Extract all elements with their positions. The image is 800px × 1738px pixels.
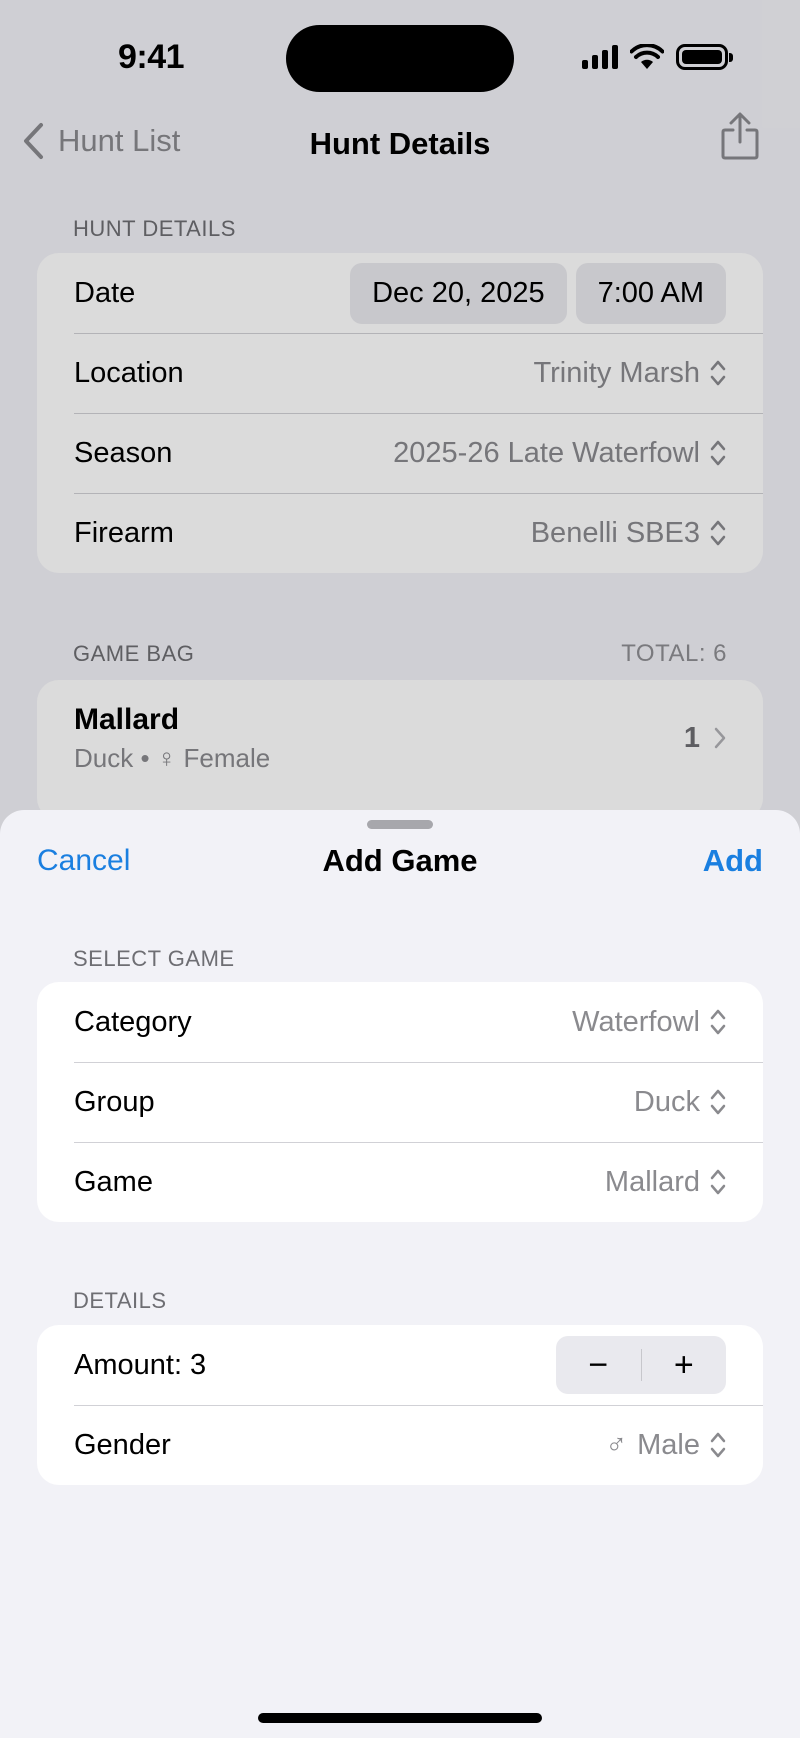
category-picker[interactable]: Waterfowl (572, 1006, 726, 1039)
male-icon: ♂ (605, 1428, 628, 1461)
sheet-title: Add Game (322, 843, 478, 878)
amount-stepper[interactable]: − + (556, 1336, 726, 1394)
increment-button[interactable]: + (642, 1336, 727, 1394)
game-value: Mallard (604, 1165, 700, 1198)
group-label: Group (74, 1085, 155, 1118)
game-label: Game (74, 1165, 153, 1198)
category-label: Category (74, 1005, 192, 1038)
chevron-up-down-icon (710, 1089, 726, 1115)
chevron-up-down-icon (710, 1169, 726, 1195)
add-button[interactable]: Add (703, 843, 763, 879)
amount-label: Amount: 3 (74, 1348, 207, 1381)
details-section-header: DETAILS (73, 1288, 167, 1313)
group-picker[interactable]: Duck (634, 1086, 726, 1119)
decrement-button[interactable]: − (556, 1336, 641, 1394)
select-game-section-header: SELECT GAME (73, 946, 235, 971)
chevron-up-down-icon (710, 1432, 726, 1458)
category-row[interactable]: Category Waterfowl (37, 982, 763, 1062)
chevron-up-down-icon (710, 1009, 726, 1035)
group-row[interactable]: Group Duck (37, 1062, 763, 1142)
sheet-grabber[interactable] (367, 820, 433, 829)
game-row[interactable]: Game Mallard (37, 1142, 763, 1222)
add-game-sheet: Cancel Add Game Add SELECT GAME Category… (0, 810, 800, 1738)
gender-row[interactable]: Gender ♂ Male (37, 1405, 763, 1485)
game-picker[interactable]: Mallard (605, 1166, 726, 1199)
gender-value: Male (637, 1428, 700, 1461)
category-value: Waterfowl (572, 1005, 700, 1038)
amount-row: Amount: 3 − + (37, 1325, 763, 1405)
select-game-card: Category Waterfowl Group Duck Game Malla… (37, 982, 763, 1222)
home-indicator (258, 1713, 542, 1723)
details-card: Amount: 3 − + Gender ♂ Male (37, 1325, 763, 1485)
group-value: Duck (633, 1085, 700, 1118)
gender-label: Gender (74, 1428, 171, 1461)
gender-picker[interactable]: ♂ Male (605, 1429, 726, 1462)
